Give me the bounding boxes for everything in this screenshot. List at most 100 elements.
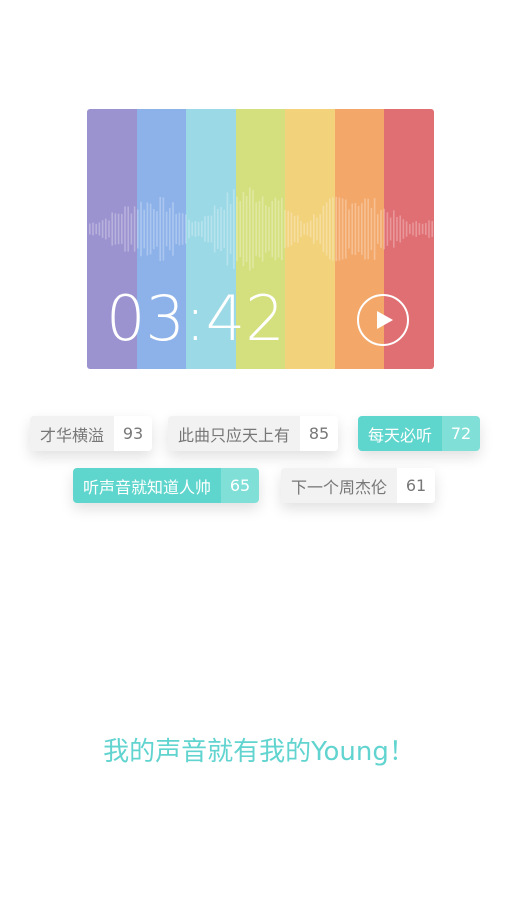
waveform-bar [261,196,264,262]
waveform-bar [127,206,129,252]
waveform-bar [373,198,376,260]
waveform-bar [293,215,296,243]
waveform-bar [329,198,331,260]
waveform-bar [95,223,97,235]
waveform-bar [303,223,305,235]
waveform-bar [396,216,398,242]
waveform-bar [258,200,261,258]
waveform-bar [351,203,353,255]
waveform-bar [252,189,254,269]
waveform-bar [111,212,113,246]
waveform-bar [309,220,312,238]
waveform-bar [133,206,136,252]
waveform-bar [242,191,245,267]
waveform-bar [367,198,369,260]
waveform-bar [207,215,209,243]
waveform-bar [156,211,158,247]
duration-time: 03:42 [106,282,285,355]
waveform-bar [217,208,219,250]
tag-chip[interactable]: 此曲只应天上有 85 [168,416,339,451]
waveform-bar [201,220,203,238]
waveform-bar [213,205,216,253]
waveform-bar [265,205,267,253]
waveform-bar [197,222,200,236]
waveform-bar [181,213,184,245]
waveform-bar [229,204,232,254]
tag-chip[interactable]: 听声音就知道人帅 65 [73,468,260,503]
tag-count: 61 [397,468,436,503]
waveform-bar [361,203,363,255]
waveform-bar [393,210,395,248]
waveform-bar [245,196,248,262]
waveform-bar [165,211,168,247]
waveform-bar [92,222,94,236]
waveform-bar [223,209,225,249]
waveform-bar [284,210,286,248]
waveform-bar [194,221,197,237]
waveform-bar [268,207,270,251]
play-button[interactable] [357,294,409,346]
waveform-bar [409,224,411,234]
waveform-bar [348,209,350,249]
waveform-bar [121,213,123,245]
waveform-bar [255,202,257,256]
waveform-bar [210,215,213,243]
waveform-bar [399,215,401,243]
waveform-bar [383,208,385,250]
waveform-bar [412,222,414,236]
waveform-bar [306,222,309,236]
waveform-bar [421,223,424,235]
waveform-bar [357,205,360,253]
waveform-bar [220,206,222,252]
waveform-bar [354,202,357,256]
waveform-bar [236,196,238,262]
waveform-bar [143,209,145,249]
waveform-bar [175,213,177,245]
waveform-bar [418,223,421,235]
waveform-bar [415,221,417,237]
waveform-bar [338,197,341,261]
waveform-bar [239,200,241,258]
waveform-bar [287,210,289,248]
waveform-bar [137,209,139,249]
waveform-bar [316,217,318,241]
tag-count: 93 [114,416,153,451]
waveform-bar [178,212,181,246]
tag-count: 85 [300,416,339,451]
waveform-bar [185,214,187,244]
waveform-bar [117,213,120,245]
waveform-bar [271,200,273,258]
waveform-bar [98,222,101,236]
tag-label: 才华横溢 [30,416,115,451]
waveform-bar [431,221,433,237]
waveform-bar [146,202,149,256]
waveform-bar [377,214,379,244]
waveform-bar [300,220,302,238]
tag-chip[interactable]: 每天必听 72 [358,416,481,451]
waveform-bar [149,203,152,255]
waveform-bar [277,200,280,258]
waveform-bar [341,198,344,260]
waveform-bar [335,196,337,262]
waveform-bar [226,192,229,266]
waveform-bar [274,197,277,261]
waveform-bar [281,198,283,260]
waveform-bar [159,196,161,262]
waveform-bar [169,207,171,251]
waveform-bar [370,207,373,251]
waveform-bar [153,208,155,250]
tag-label: 下一个周杰伦 [281,468,398,503]
waveform-bar [389,217,392,241]
waveform-bar [124,206,126,252]
waveform-bar [322,206,325,252]
waveform-bar [319,214,321,244]
play-icon [377,311,393,329]
waveform-bar [105,218,107,240]
tag-count: 72 [442,416,481,451]
waveform-bar [313,214,315,244]
waveform-bar [101,220,104,238]
waveform-bar [191,222,193,236]
waveform-bar [386,212,389,246]
tag-chip[interactable]: 下一个周杰伦 61 [281,468,436,503]
tag-chip[interactable]: 才华横溢 93 [30,416,153,451]
